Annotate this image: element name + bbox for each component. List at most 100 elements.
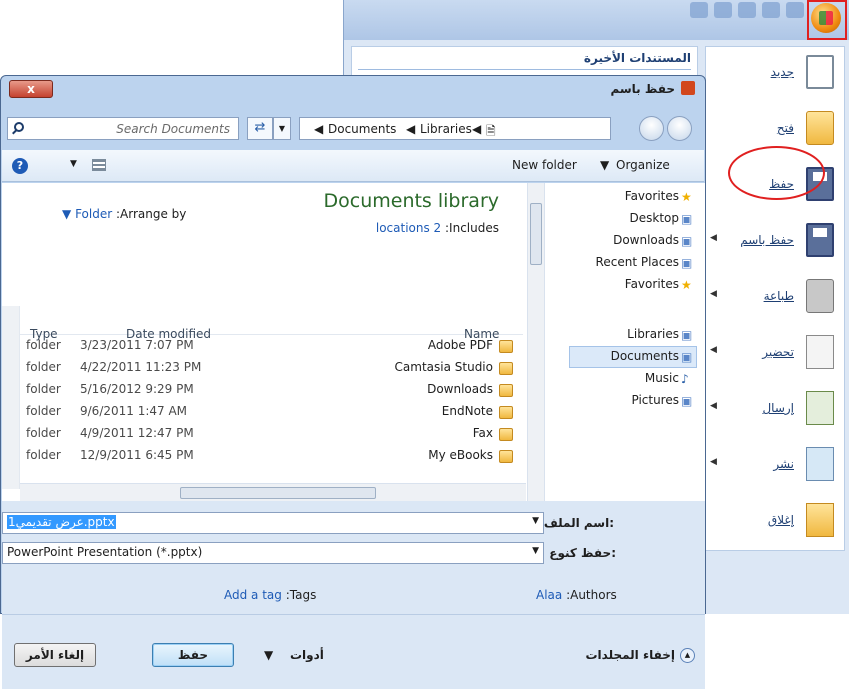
- office-title-bar: [343, 0, 849, 40]
- tools-button[interactable]: أدوات: [290, 648, 324, 662]
- navigation-scrollbar[interactable]: [528, 183, 545, 501]
- folder-icon: [499, 340, 513, 353]
- menu-label: إغلاق: [767, 513, 794, 527]
- dialog-footer: إلغاء الأمر حفظ ▼ أدوات إخفاء المجلدات ▲: [2, 614, 705, 689]
- file-date: 9/6/2011 1:47 AM: [80, 404, 188, 418]
- author-value[interactable]: Alaa: [536, 588, 562, 602]
- close-button[interactable]: x: [9, 80, 53, 98]
- office-menu-commands: جديد فتح حفظ حفظ باسم ◀ طباعة ◀ تحضير ◀ …: [705, 46, 845, 551]
- nav-item[interactable]: Desktop: [630, 211, 680, 225]
- breadcrumb-separator: ◀: [472, 122, 482, 136]
- quick-access-toolbar: [690, 2, 804, 18]
- filetype-dropdown-icon[interactable]: ▼: [532, 546, 539, 556]
- menu-item-save-as[interactable]: حفظ باسم ◀: [706, 215, 846, 271]
- table-row[interactable]: folder 12/9/2011 6:45 PM My eBooks: [2, 448, 523, 470]
- file-date: 3/23/2011 7:07 PM: [80, 338, 194, 352]
- nav-item[interactable]: Favorites: [625, 277, 679, 291]
- cancel-button[interactable]: إلغاء الأمر: [14, 643, 96, 667]
- refresh-button[interactable]: ⇄: [247, 117, 273, 140]
- search-icon-handle: [12, 129, 17, 135]
- tools-dropdown-icon[interactable]: ▼: [264, 648, 273, 662]
- save-disk-icon[interactable]: [786, 2, 804, 18]
- menu-label: إرسال: [762, 401, 794, 415]
- table-row[interactable]: folder 9/6/2011 1:47 AM EndNote: [2, 404, 523, 426]
- menu-label: حفظ باسم: [740, 233, 794, 247]
- tags-label: :Tags: [285, 588, 317, 602]
- open-folder-icon[interactable]: [690, 2, 708, 18]
- menu-item-new[interactable]: جديد: [706, 47, 846, 103]
- arrange-by-label: :Arrange by: [115, 207, 187, 221]
- organize-dropdown-icon[interactable]: ▼: [600, 158, 609, 172]
- command-bar: ? ▼ New folder ▼ Organize: [2, 150, 704, 182]
- table-row[interactable]: folder 4/22/2011 11:23 PM Camtasia Studio: [2, 360, 523, 382]
- hide-folders-button[interactable]: إخفاء المجلدات: [585, 648, 675, 662]
- file-type: folder: [26, 360, 61, 374]
- add-tag-link[interactable]: Add a tag: [224, 588, 282, 602]
- submenu-arrow-icon: ◀: [710, 233, 717, 243]
- nav-item[interactable]: Downloads: [613, 233, 679, 247]
- nav-item[interactable]: Documents: [611, 349, 679, 363]
- menu-item-publish[interactable]: نشر ◀: [706, 439, 846, 495]
- file-name: Downloads: [427, 382, 493, 396]
- submenu-arrow-icon: ◀: [710, 345, 717, 355]
- nav-item[interactable]: Recent Places: [596, 255, 679, 269]
- recent-places-icon: ▣: [681, 256, 693, 270]
- arrange-by: ▼ Folder :Arrange by: [62, 207, 186, 221]
- file-list-vertical-scrollbar[interactable]: [2, 306, 20, 489]
- filetype-select[interactable]: PowerPoint Presentation (*.pptx) ▼: [2, 542, 544, 564]
- nav-item[interactable]: Pictures: [631, 393, 679, 407]
- recent-documents-title: المستندات الأخيرة: [583, 51, 691, 65]
- back-button[interactable]: [639, 116, 664, 141]
- file-date: 4/9/2011 12:47 PM: [80, 426, 194, 440]
- prepare-pen-icon: [806, 335, 834, 369]
- document-icon: ▣: [681, 350, 693, 364]
- file-date: 4/22/2011 11:23 PM: [80, 360, 202, 374]
- scroll-thumb[interactable]: [180, 487, 376, 499]
- scroll-thumb[interactable]: [530, 203, 542, 265]
- address-row: Search Documents ⇄ ▼ ◀ Documents ◀ Libra…: [7, 116, 699, 141]
- table-row[interactable]: folder 3/23/2011 7:07 PM Adobe PDF: [2, 338, 523, 360]
- new-folder-button[interactable]: New folder: [512, 158, 577, 172]
- redo-icon[interactable]: [762, 2, 780, 18]
- filename-dropdown-icon[interactable]: ▼: [532, 516, 539, 526]
- arrange-dropdown-icon[interactable]: ▼: [62, 207, 71, 221]
- history-dropdown-button[interactable]: ▼: [273, 117, 291, 140]
- forward-button[interactable]: [667, 116, 692, 141]
- table-row[interactable]: folder 4/9/2011 12:47 PM Fax: [2, 426, 523, 448]
- views-icon[interactable]: [92, 159, 106, 171]
- breadcrumb-libraries[interactable]: Libraries: [420, 122, 472, 136]
- new-document-icon[interactable]: [714, 2, 732, 18]
- desktop-icon: ▣: [681, 212, 693, 226]
- dialog-title: حفظ باسم: [610, 82, 675, 96]
- menu-item-close[interactable]: إغلاق: [706, 495, 846, 551]
- chevron-up-icon[interactable]: ▲: [680, 648, 695, 663]
- help-icon[interactable]: ?: [12, 158, 28, 174]
- office-button[interactable]: [811, 3, 841, 33]
- includes-locations-link[interactable]: locations 2: [376, 221, 441, 235]
- table-row[interactable]: folder 5/16/2012 9:29 PM Downloads: [2, 382, 523, 404]
- filename-field[interactable]: عرض تقديمي1.pptx ▼: [2, 512, 544, 534]
- arrange-by-folder-link[interactable]: Folder: [75, 207, 112, 221]
- menu-item-print[interactable]: طباعة ◀: [706, 271, 846, 327]
- content-pane: Documents library locations 2 :Includes …: [2, 183, 705, 501]
- address-bar[interactable]: ◀ Documents ◀ Libraries ◀ 🗎: [299, 117, 611, 140]
- menu-item-send[interactable]: إرسال ◀: [706, 383, 846, 439]
- views-dropdown-icon[interactable]: ▼: [70, 159, 77, 169]
- organize-button[interactable]: Organize: [616, 158, 670, 172]
- menu-label: طباعة: [763, 289, 794, 303]
- search-input[interactable]: Search Documents: [7, 117, 239, 140]
- nav-item[interactable]: Music: [645, 371, 679, 385]
- nav-item[interactable]: Favorites: [625, 189, 679, 203]
- file-list-horizontal-scrollbar[interactable]: [20, 483, 526, 501]
- libraries-icon: ▣: [681, 328, 693, 342]
- undo-icon[interactable]: [738, 2, 756, 18]
- authors-label: :Authors: [566, 588, 617, 602]
- save-button[interactable]: حفظ: [152, 643, 234, 667]
- library-includes: locations 2 :Includes: [376, 221, 499, 235]
- breadcrumb-documents[interactable]: Documents: [328, 122, 396, 136]
- nav-item[interactable]: Libraries: [627, 327, 679, 341]
- file-name: My eBooks: [428, 448, 493, 462]
- libraries-icon: 🗎: [486, 124, 496, 138]
- save-options: عرض تقديمي1.pptx ▼ اسم الملف: PowerPoint…: [2, 501, 705, 615]
- menu-item-prepare[interactable]: تحضير ◀: [706, 327, 846, 383]
